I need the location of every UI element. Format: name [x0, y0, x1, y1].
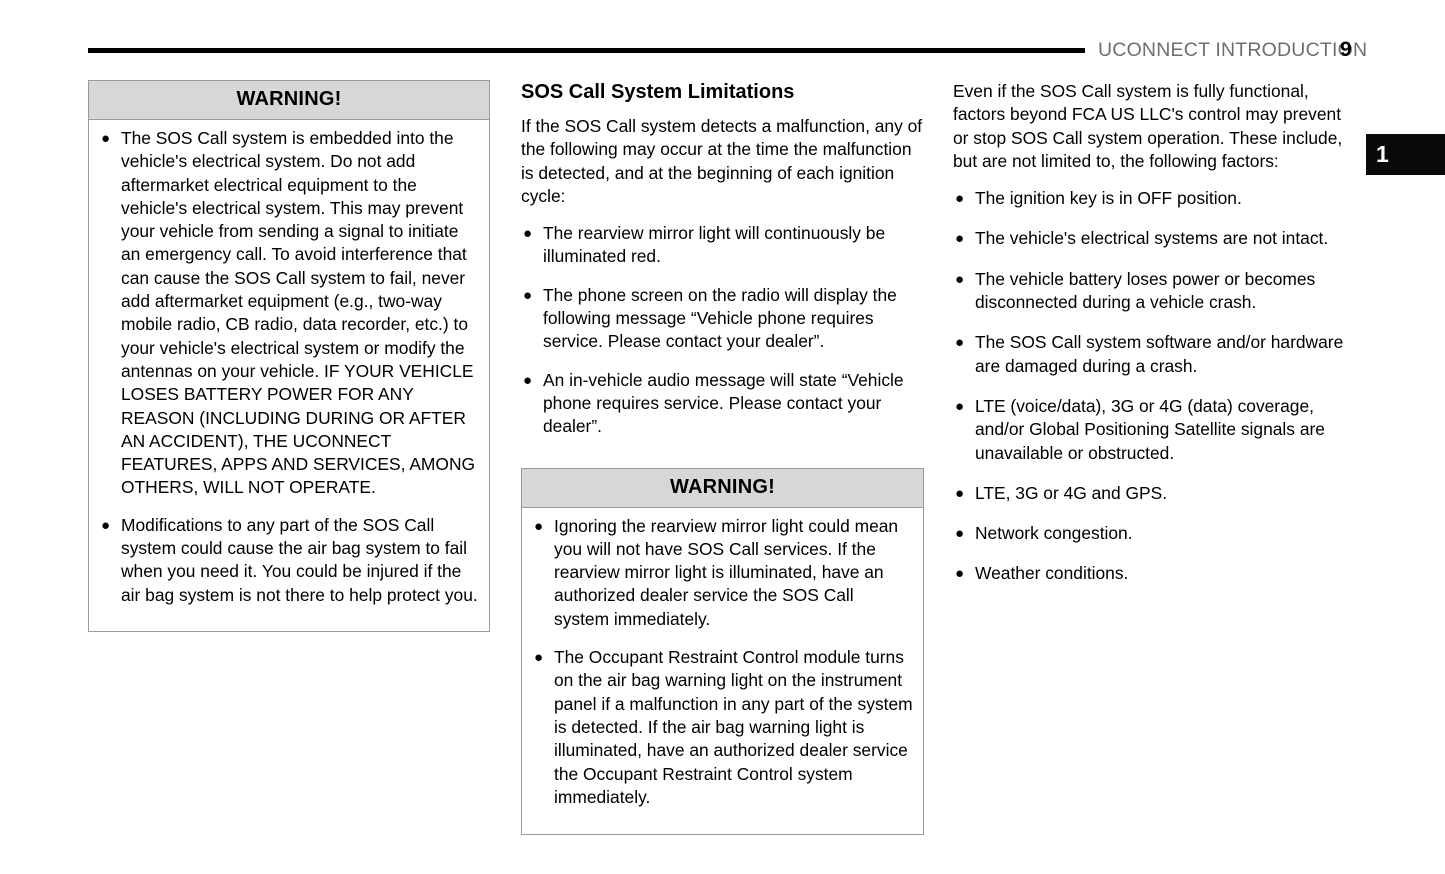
- bullet-icon: ●: [955, 334, 965, 352]
- bullet-icon: ●: [534, 517, 544, 535]
- list-item-text: Modifications to any part of the SOS Cal…: [121, 514, 478, 605]
- section-heading-sos-limitations: SOS Call System Limitations: [521, 81, 795, 103]
- page-header: UCONNECT INTRODUCTION 9: [0, 0, 1445, 80]
- list-item-text: Ignoring the rearview mirror light could…: [554, 515, 899, 629]
- list-item: ● The phone screen on the radio will dis…: [521, 284, 924, 354]
- warning-box-2-list: ● Ignoring the rearview mirror light cou…: [532, 515, 913, 810]
- list-item-text: LTE (voice/data), 3G or 4G (data) covera…: [975, 395, 1325, 463]
- col2-intro-paragraph: If the SOS Call system detects a malfunc…: [521, 116, 923, 206]
- bullet-icon: ●: [101, 516, 111, 534]
- list-item: ● The Occupant Restraint Control module …: [532, 646, 913, 809]
- list-item-text: The rearview mirror light will continuou…: [543, 223, 886, 267]
- bullet-icon: ●: [101, 130, 111, 147]
- list-item: ● LTE, 3G or 4G and GPS.: [953, 482, 1351, 505]
- col3-intro-paragraph: Even if the SOS Call system is fully fun…: [953, 81, 1343, 171]
- list-item-text: Network congestion.: [975, 523, 1133, 544]
- col2-bullet-list: ● The rearview mirror light will continu…: [521, 222, 924, 438]
- list-item-text: The vehicle battery loses power or becom…: [975, 268, 1316, 313]
- warning-box-2: WARNING! ● Ignoring the rearview mirror …: [521, 467, 924, 836]
- warning-box-2-body: ● Ignoring the rearview mirror light cou…: [522, 508, 923, 835]
- warning-box-1: WARNING! ● The SOS Call system is embedd…: [88, 80, 490, 632]
- list-item: ● The rearview mirror light will continu…: [521, 222, 924, 269]
- list-item: ● The vehicle battery loses power or bec…: [953, 268, 1351, 315]
- list-item-text: The ignition key is in OFF position.: [975, 188, 1242, 209]
- warning-box-2-title: WARNING!: [522, 468, 923, 508]
- list-item: ● The vehicle's electrical systems are n…: [953, 227, 1351, 250]
- list-item: ● The SOS Call system software and/or ha…: [953, 331, 1351, 378]
- list-item: ● The SOS Call system is embedded into t…: [99, 127, 479, 500]
- header-rule: [88, 48, 1085, 53]
- bullet-icon: ●: [523, 286, 533, 304]
- page-title: UCONNECT INTRODUCTION: [1098, 39, 1368, 61]
- list-item-text: The phone screen on the radio will displ…: [543, 284, 897, 352]
- column-2: SOS Call System Limitations If the SOS C…: [521, 80, 924, 845]
- bullet-icon: ●: [955, 270, 965, 288]
- list-item: ● Weather conditions.: [953, 562, 1351, 585]
- list-item-text: The vehicle's electrical systems are not…: [975, 228, 1329, 249]
- list-item-text: The Occupant Restraint Control module tu…: [554, 647, 913, 807]
- page-columns: WARNING! ● The SOS Call system is embedd…: [0, 80, 1445, 874]
- list-item-text: The SOS Call system is embedded into the…: [121, 128, 476, 498]
- bullet-icon: ●: [955, 484, 965, 502]
- bullet-icon: ●: [955, 190, 965, 208]
- col3-bullet-list: ● The ignition key is in OFF position. ●…: [953, 187, 1351, 586]
- list-item: ● LTE (voice/data), 3G or 4G (data) cove…: [953, 395, 1351, 465]
- bullet-icon: ●: [523, 371, 533, 389]
- list-item: ● Modifications to any part of the SOS C…: [99, 514, 479, 607]
- bullet-icon: ●: [955, 397, 965, 415]
- column-3: Even if the SOS Call system is fully fun…: [953, 80, 1351, 603]
- list-item-text: LTE, 3G or 4G and GPS.: [975, 482, 1168, 503]
- warning-box-1-list: ● The SOS Call system is embedded into t…: [99, 127, 479, 607]
- bullet-icon: ●: [523, 225, 533, 243]
- bullet-icon: ●: [955, 565, 965, 583]
- bullet-icon: ●: [534, 649, 544, 667]
- list-item: ● Network congestion.: [953, 522, 1351, 545]
- page-number: 9: [1340, 38, 1352, 61]
- list-item: ● Ignoring the rearview mirror light cou…: [532, 515, 913, 631]
- warning-box-1-body: ● The SOS Call system is embedded into t…: [89, 120, 489, 631]
- bullet-icon: ●: [955, 525, 965, 543]
- list-item: ● The ignition key is in OFF position.: [953, 187, 1351, 210]
- bullet-icon: ●: [955, 230, 965, 248]
- list-item-text: The SOS Call system software and/or hard…: [975, 332, 1344, 376]
- column-1: WARNING! ● The SOS Call system is embedd…: [88, 80, 490, 642]
- list-item-text: Weather conditions.: [975, 563, 1129, 584]
- list-item-text: An in-vehicle audio message will state “…: [543, 369, 904, 437]
- list-item: ● An in-vehicle audio message will state…: [521, 369, 924, 439]
- warning-box-1-title: WARNING!: [89, 81, 489, 120]
